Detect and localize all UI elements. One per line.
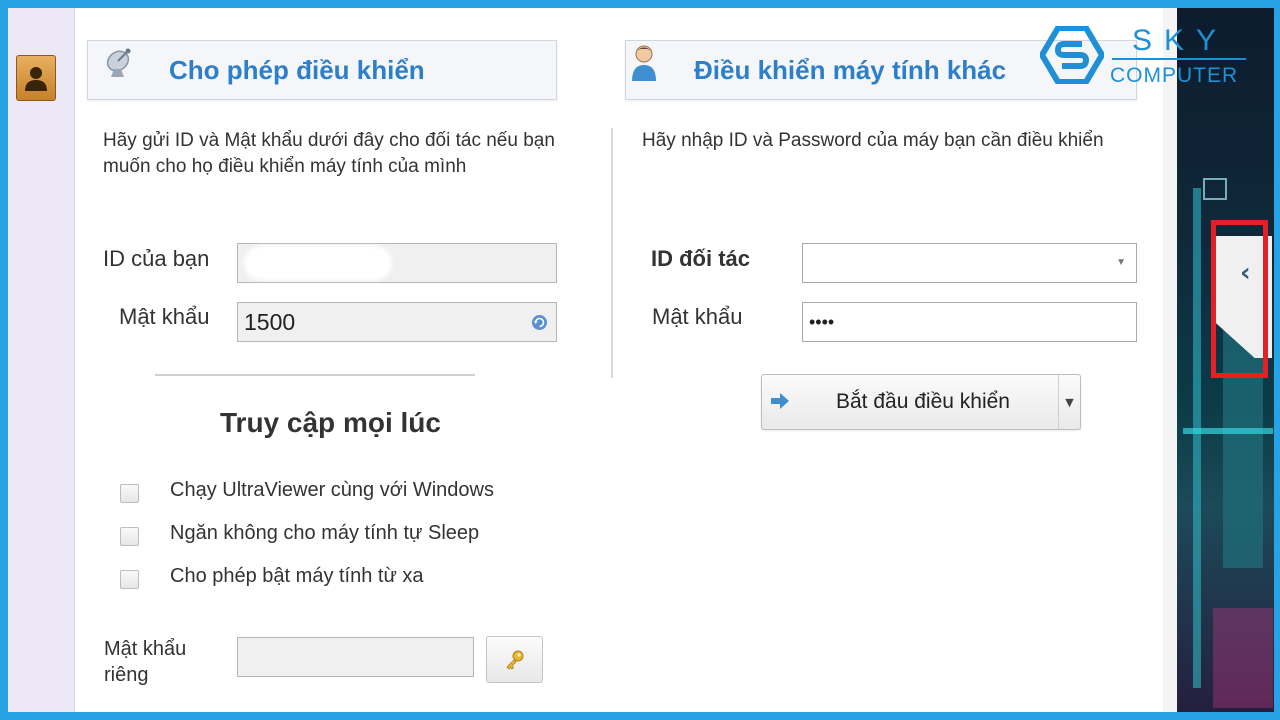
contact-card-icon <box>25 67 47 91</box>
remote-control-description: Hãy nhập ID và Password của máy bạn cần … <box>642 130 1104 151</box>
partner-id-label: ID đối tác <box>651 246 751 271</box>
contacts-button[interactable] <box>16 55 56 101</box>
partner-password-value: •••• <box>809 311 835 332</box>
run-with-windows-checkbox[interactable] <box>120 483 139 503</box>
run-with-windows-label: Chạy UltraViewer cùng với Windows <box>170 479 494 501</box>
neon-line <box>1183 428 1273 434</box>
option-wake-on-lan[interactable]: Cho phép bật máy tính từ xa <box>120 565 424 592</box>
partner-id-field[interactable]: ▼ <box>802 243 1137 283</box>
private-password-label-line2: riêng <box>104 664 149 686</box>
redaction-mask <box>244 246 392 280</box>
wake-on-lan-checkbox[interactable] <box>120 569 139 589</box>
dropdown-arrow-icon[interactable]: ▼ <box>1116 257 1126 268</box>
panel-edge <box>1163 8 1177 720</box>
key-icon <box>505 650 523 670</box>
option-run-with-windows[interactable]: Chạy UltraViewer cùng với Windows <box>120 479 494 506</box>
your-id-label: ID của bạn <box>103 246 210 271</box>
password-field[interactable]: 1500 <box>237 302 557 342</box>
refresh-icon[interactable] <box>531 314 548 331</box>
sky-computer-logo: SKY COMPUTER <box>1040 24 1250 94</box>
private-password-label-line1: Mật khẩu <box>104 638 187 660</box>
set-private-password-button[interactable] <box>486 636 543 683</box>
prevent-sleep-checkbox[interactable] <box>120 526 139 546</box>
your-id-field[interactable] <box>237 243 557 283</box>
prevent-sleep-label: Ngăn không cho máy tính tự Sleep <box>170 522 480 544</box>
start-control-button[interactable]: Bắt đầu điều khiển ▼ <box>761 374 1081 430</box>
logo-text-computer: COMPUTER <box>1110 64 1239 87</box>
partner-password-field[interactable]: •••• <box>802 302 1137 342</box>
logo-rule <box>1112 58 1246 60</box>
vertical-divider <box>611 128 613 378</box>
logo-mark-icon <box>1040 26 1104 84</box>
private-password-field[interactable] <box>237 637 474 677</box>
arrow-right-icon <box>771 393 789 409</box>
highlight-box <box>1211 220 1268 378</box>
user-icon <box>632 45 656 81</box>
unattended-access-heading: Truy cập mọi lúc <box>220 407 441 438</box>
section-divider <box>155 374 475 376</box>
start-control-label: Bắt đầu điều khiển <box>836 390 1010 413</box>
satellite-dish-icon <box>106 48 131 77</box>
password-value: 1500 <box>244 308 296 335</box>
allow-control-description: Hãy gửi ID và Mật khẩu dưới đây cho đối … <box>103 130 555 177</box>
wake-on-lan-label: Cho phép bật máy tính từ xa <box>170 565 424 587</box>
logo-text-sky: SKY <box>1132 24 1229 57</box>
allow-control-header: Cho phép điều khiển <box>87 40 557 100</box>
option-prevent-sleep[interactable]: Ngăn không cho máy tính tự Sleep <box>120 522 479 549</box>
remote-control-title: Điều khiển máy tính khác <box>694 55 1007 85</box>
private-password-label: Mật khẩu riêng <box>104 636 186 688</box>
chevron-down-icon: ▼ <box>1065 395 1074 409</box>
start-options-dropdown[interactable]: ▼ <box>1058 375 1080 429</box>
neon-glow <box>1213 608 1273 708</box>
password-label: Mật khẩu <box>119 304 210 329</box>
neon-sign <box>1203 178 1227 200</box>
partner-password-label: Mật khẩu <box>652 304 743 329</box>
neon-line <box>1193 188 1201 688</box>
allow-control-title: Cho phép điều khiển <box>169 55 425 85</box>
left-gutter <box>8 8 75 720</box>
main-panel: Cho phép điều khiển Hãy gửi ID và Mật kh… <box>75 8 1163 720</box>
